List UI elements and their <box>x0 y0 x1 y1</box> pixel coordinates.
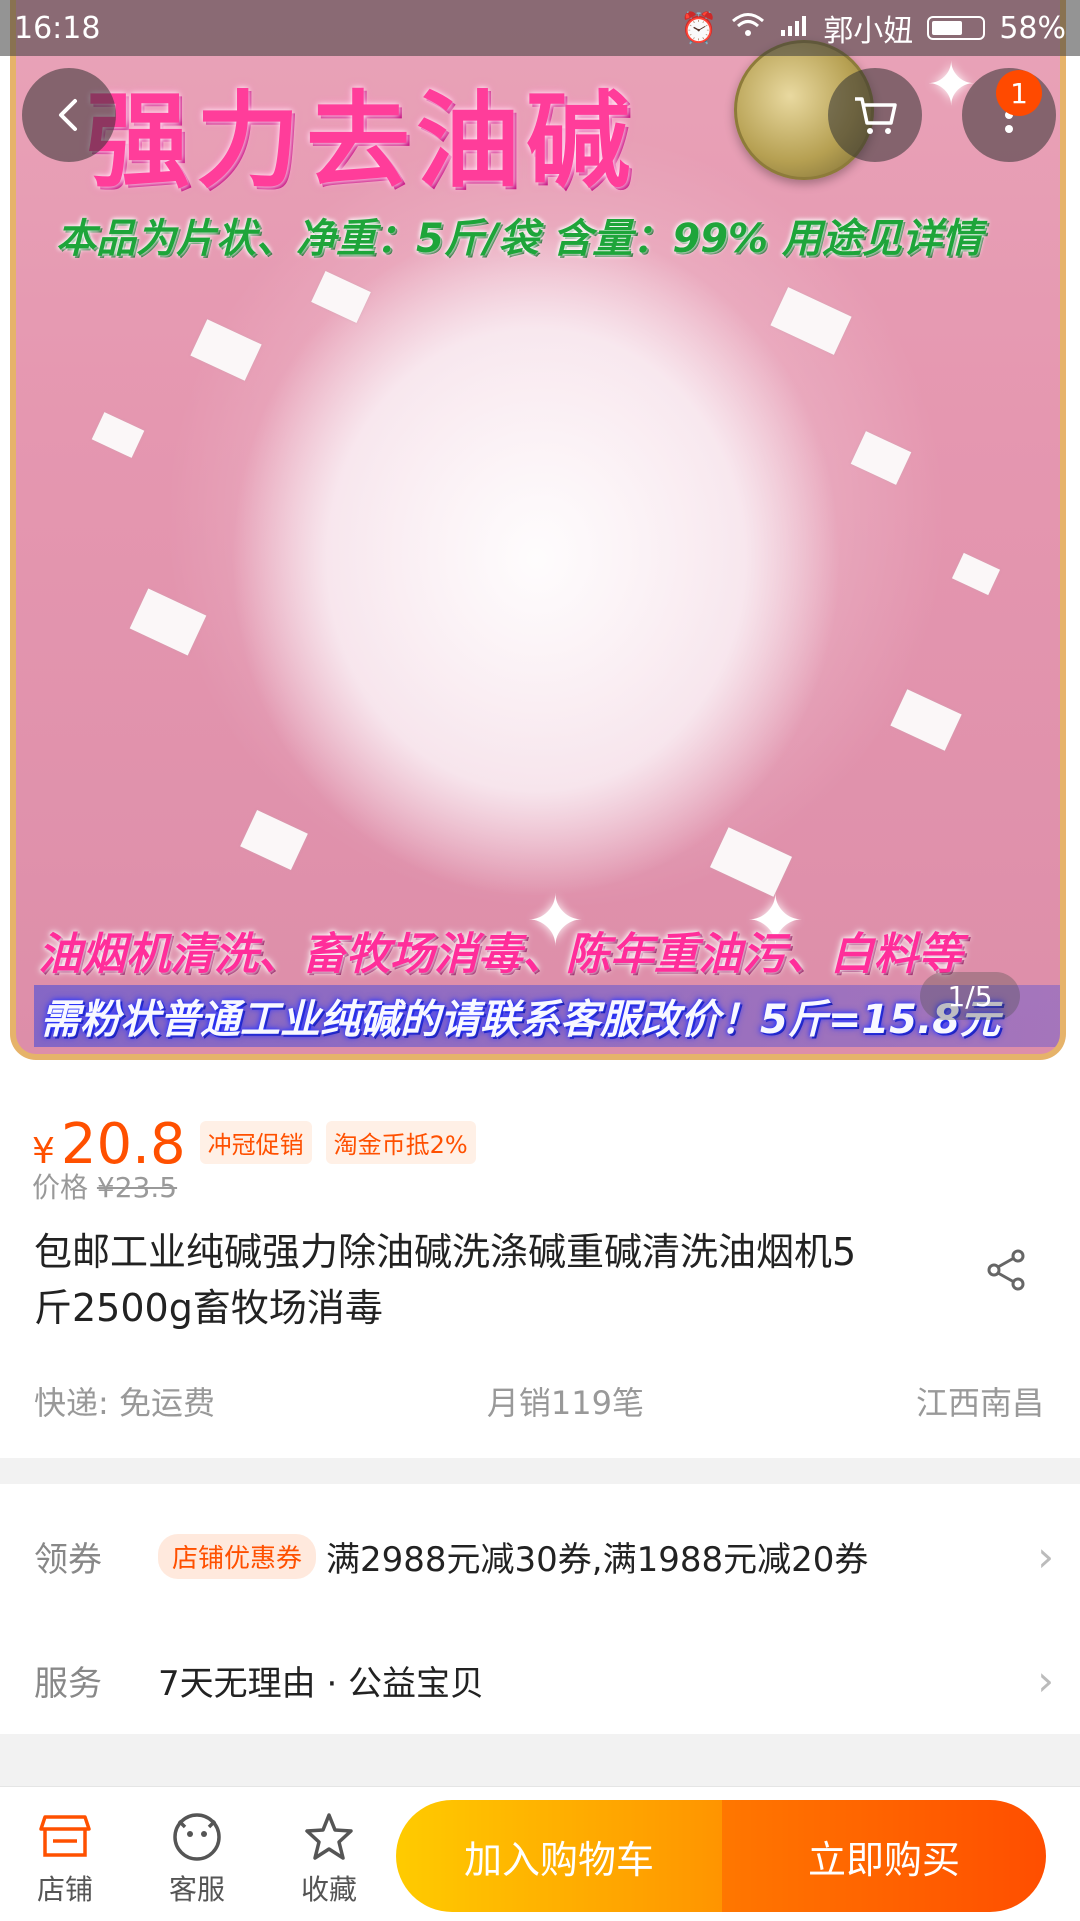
battery-level: 58% <box>999 10 1066 46</box>
status-time: 16:18 <box>14 10 101 46</box>
wifi-icon <box>731 11 765 46</box>
share-button[interactable] <box>982 1246 1030 1294</box>
image-notice-line: 需粉状普通工业纯碱的请联系客服改价！5斤=15.8元 <box>34 985 1060 1047</box>
star-icon <box>274 1806 384 1868</box>
flake <box>951 552 1001 596</box>
add-to-cart-button[interactable]: 加入购物车 <box>396 1800 722 1912</box>
buy-now-button[interactable]: 立即购买 <box>722 1800 1046 1912</box>
coin-discount-tag: 淘金币抵2% <box>325 1121 476 1164</box>
flake <box>91 412 145 458</box>
service-label: 服务 <box>34 1663 102 1704</box>
flake <box>240 810 308 870</box>
carrier-name: 郭小妞 <box>823 14 914 49</box>
battery-icon <box>927 16 986 40</box>
customer-service-label: 客服 <box>168 1873 225 1906</box>
image-subline: 本品为片状、净重：5斤/袋 含量：99% 用途见详情 <box>56 216 983 262</box>
service-row[interactable]: 服务 7天无理由 · 公益宝贝 › <box>34 1650 1054 1710</box>
service-text: 7天无理由 · 公益宝贝 <box>158 1663 485 1704</box>
customer-service-icon <box>142 1806 252 1868</box>
alarm-icon: ⏰ <box>679 10 718 46</box>
original-price-label: 价格 <box>32 1171 89 1204</box>
back-button[interactable] <box>22 68 116 162</box>
cart-icon <box>855 97 897 134</box>
original-price-row: 价格 ¥23.5 <box>32 1166 177 1206</box>
flake <box>770 287 852 355</box>
product-image-gallery[interactable]: ✦ ✦ ✦ 强力去油碱 本品为片状、净重：5斤/袋 含量：99% 用途见详情 油… <box>0 0 1080 1068</box>
original-price: ¥23.5 <box>96 1171 178 1204</box>
ship-location: 江西南昌 <box>915 1384 1044 1422</box>
coupon-label: 领券 <box>34 1539 102 1580</box>
flake <box>190 319 262 381</box>
flake <box>129 588 207 656</box>
product-meta-row: 快递: 免运费 月销119笔 江西南昌 <box>34 1378 1044 1424</box>
shipping-info: 快递: 免运费 <box>34 1384 215 1422</box>
signal-icon <box>779 11 809 46</box>
shop-icon <box>10 1806 120 1868</box>
flake <box>850 431 912 485</box>
status-bar: 16:18 ⏰ 郭小妞 58% <box>0 0 1080 56</box>
product-title: 包邮工业纯碱强力除油碱洗涤碱重碱清洗油烟机5斤2500g畜牧场消毒 <box>34 1230 857 1330</box>
share-icon <box>987 1249 1025 1291</box>
status-icons: ⏰ 郭小妞 58% <box>680 6 1066 50</box>
shop-button[interactable]: 店铺 <box>10 1806 120 1908</box>
flake <box>890 689 962 751</box>
cart-count-badge: 1 <box>996 70 1042 116</box>
promo-tag: 冲冠促销 <box>199 1121 312 1164</box>
chevron-right-icon: › <box>1037 1655 1054 1705</box>
customer-service-button[interactable]: 客服 <box>142 1806 252 1908</box>
coupon-text: 满2988元减30券,满1988元减20券 <box>326 1539 869 1580</box>
cart-button[interactable] <box>828 68 922 162</box>
flake <box>311 271 371 323</box>
image-headline: 强力去油碱 <box>86 79 637 202</box>
store-coupon-tag: 店铺优惠券 <box>158 1533 317 1579</box>
image-usage-line: 油烟机清洗、畜牧场消毒、陈年重油污、白料等 <box>38 929 962 980</box>
favorite-button[interactable]: 收藏 <box>274 1806 384 1908</box>
shop-label: 店铺 <box>36 1873 93 1906</box>
chevron-right-icon: › <box>1037 1531 1054 1581</box>
monthly-sales: 月销119笔 <box>486 1384 645 1422</box>
back-icon <box>59 99 77 131</box>
product-photo[interactable]: ✦ ✦ ✦ 强力去油碱 本品为片状、净重：5斤/袋 含量：99% 用途见详情 油… <box>10 0 1066 1060</box>
image-pager: 1/5 <box>920 972 1020 1020</box>
favorite-label: 收藏 <box>300 1873 357 1906</box>
coupon-row[interactable]: 领券 店铺优惠券 满2988元减30券,满1988元减20券 › <box>34 1526 1054 1586</box>
